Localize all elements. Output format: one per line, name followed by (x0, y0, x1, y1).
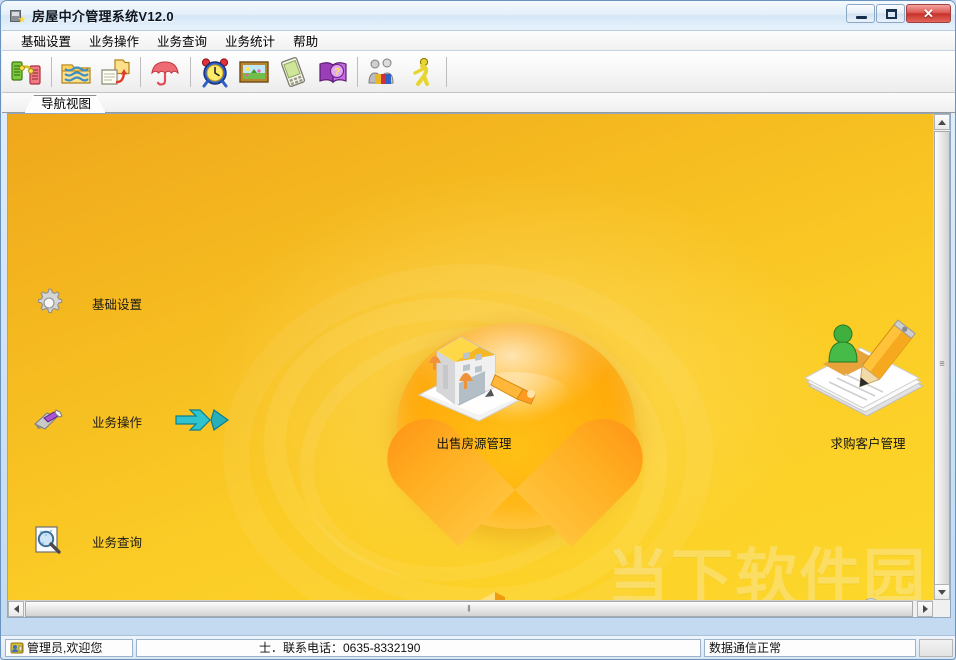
group-users-icon[interactable] (363, 53, 401, 91)
window-controls: ✕ (846, 4, 951, 23)
scroll-down-button[interactable] (934, 584, 950, 600)
application-window: 房屋中介管理系统V12.0 ✕ 基础设置 业务操作 业务查询 业务统计 帮助 (0, 0, 956, 660)
scrollbar-corner (933, 600, 950, 617)
app-house-star-icon (9, 7, 26, 24)
scroll-left-button[interactable] (8, 601, 24, 617)
pencil-note-icon (32, 404, 66, 438)
menu-help[interactable]: 帮助 (284, 29, 327, 52)
help-book-icon[interactable]: ? (313, 53, 351, 91)
menu-business-operations[interactable]: 业务操作 (80, 29, 148, 52)
toolbar-separator (140, 57, 141, 87)
close-button[interactable]: ✕ (906, 4, 951, 23)
scroll-up-button[interactable] (934, 114, 950, 130)
umbrella-icon[interactable] (146, 53, 184, 91)
minimize-button[interactable] (846, 4, 875, 23)
picture-frame-icon[interactable] (235, 53, 273, 91)
close-icon: ✕ (907, 5, 950, 22)
window-title: 房屋中介管理系统V12.0 (32, 6, 174, 25)
tab-navigation-view[interactable]: 导航视图 (24, 95, 106, 113)
sidebar-item-basic-settings[interactable]: 基础设置 (32, 286, 142, 320)
module-caption: 出售房源管理 (394, 433, 554, 452)
status-marquee-text: 士．联系电话：0635-8332190 (141, 639, 420, 656)
menu-business-query[interactable]: 业务查询 (148, 29, 216, 52)
sidebar-item-business-query[interactable]: 业务查询 (32, 524, 142, 558)
menu-bar: 基础设置 业务操作 业务查询 业务统计 帮助 (2, 30, 956, 51)
status-marquee-panel: 士．联系电话：0635-8332190 (136, 639, 701, 657)
teal-arrow-icon (174, 406, 230, 439)
navigation-canvas: 基础设置 业务操作 (8, 114, 933, 617)
scroll-grip-icon: ≡ (939, 359, 944, 368)
folder-export-icon[interactable] (96, 53, 134, 91)
chevron-left-icon (14, 605, 19, 613)
scroll-grip-icon: ‖ (467, 605, 471, 614)
toolbar-separator (357, 57, 358, 87)
house-sale-icon (394, 309, 554, 429)
toolbar-separator (446, 57, 447, 87)
toolbar-separator (51, 57, 52, 87)
sidebar-label: 业务操作 (92, 412, 142, 431)
tab-strip: 导航视图 (2, 93, 956, 113)
client-area: 基础设置 业务操作 (7, 113, 951, 618)
status-bar: 管理员,欢迎您 士．联系电话：0635-8332190 数据通信正常 (1, 635, 956, 659)
status-user-panel: 管理员,欢迎您 (5, 639, 133, 657)
maximize-button[interactable] (876, 4, 905, 23)
toolbar: ? (2, 51, 956, 93)
status-connection-text: 数据通信正常 (709, 639, 781, 656)
status-resize-grip[interactable] (919, 639, 953, 657)
sidebar-item-business-operations[interactable]: 业务操作 (32, 404, 142, 438)
module-buyer-clients[interactable]: 求购客户管理 (788, 312, 933, 452)
module-caption: 求购客户管理 (788, 433, 933, 452)
scroll-right-button[interactable] (917, 601, 933, 617)
sidebar-label: 业务查询 (92, 532, 142, 551)
sidebar-label: 基础设置 (92, 294, 142, 313)
chevron-up-icon (938, 120, 946, 125)
chevron-right-icon (923, 605, 928, 613)
exit-runner-icon[interactable] (402, 53, 440, 91)
status-user-text: 管理员,欢迎您 (27, 639, 102, 656)
menu-business-statistics[interactable]: 业务统计 (216, 29, 284, 52)
horizontal-scrollbar[interactable]: ‖ (8, 600, 933, 617)
gear-icon (32, 286, 66, 320)
vertical-scroll-thumb[interactable]: ≡ (934, 131, 950, 596)
notepad-pda-icon[interactable] (274, 53, 312, 91)
title-bar: 房屋中介管理系统V12.0 ✕ (1, 1, 956, 29)
status-connection-panel: 数据通信正常 (704, 639, 916, 657)
alarm-clock-icon[interactable] (196, 53, 234, 91)
module-house-for-sale[interactable]: 出售房源管理 (394, 309, 554, 452)
menu-basic-settings[interactable]: 基础设置 (12, 29, 80, 52)
chevron-down-icon (938, 590, 946, 595)
user-badge-icon (10, 641, 24, 655)
toolbar-separator (190, 57, 191, 87)
folder-archive-icon[interactable] (57, 53, 95, 91)
svg-text:?: ? (334, 67, 340, 78)
contacts-link-icon[interactable] (7, 53, 45, 91)
horizontal-scroll-thumb[interactable]: ‖ (25, 601, 913, 617)
vertical-scrollbar[interactable]: ≡ (933, 114, 950, 600)
magnifier-document-icon (32, 524, 66, 558)
buyer-client-icon (788, 312, 933, 429)
